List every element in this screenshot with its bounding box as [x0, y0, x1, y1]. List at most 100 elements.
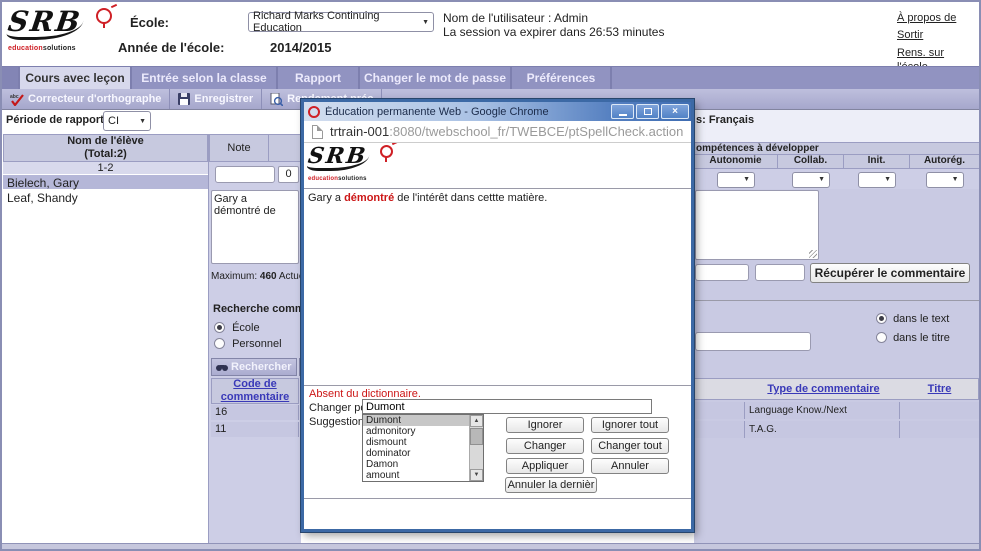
code-row[interactable]: 11: [211, 422, 299, 437]
comment-max-line: Maximum: 460 Actuel:: [211, 271, 309, 282]
srb-logo-caption: educationsolutions: [308, 176, 393, 182]
year-value: 2014/2015: [270, 40, 331, 55]
change-all-button[interactable]: Changer tout: [591, 438, 669, 454]
popup-url-bar[interactable]: trtrain-001:8080/twebschool_fr/TWEBCE/pt…: [304, 121, 691, 143]
note-input[interactable]: [215, 166, 275, 183]
minimize-icon: [619, 114, 627, 116]
comment-code-input[interactable]: [695, 264, 749, 281]
radio-school-icon: [214, 322, 225, 333]
radio-personal[interactable]: Personnel: [214, 338, 282, 350]
maximize-icon: [644, 108, 652, 115]
retrieve-comment-button[interactable]: Récupérer le commentaire: [810, 263, 970, 283]
scroll-up-button[interactable]: ▲: [470, 415, 483, 427]
divider: [304, 385, 691, 386]
col-autoreg: Autorég.: [910, 155, 979, 168]
collab-select[interactable]: ▼: [792, 172, 830, 188]
suggestions-listbox[interactable]: Dumont admonitory dismount dominator Dam…: [362, 414, 484, 482]
logout-link[interactable]: Sortir: [897, 29, 975, 41]
app-window: SRB educationsolutions École: Richard Ma…: [0, 0, 981, 551]
autonomie-select[interactable]: ▼: [717, 172, 755, 188]
chevron-down-icon: ▼: [743, 176, 750, 183]
svg-text:abc: abc: [10, 94, 19, 100]
divider: [304, 188, 691, 189]
chevron-down-icon: ▼: [139, 118, 146, 125]
skills-section-header: ompétences à développer: [694, 142, 979, 154]
minimize-button[interactable]: [611, 104, 634, 119]
popup-srb-logo: SRB educationsolutions: [308, 145, 393, 182]
student-row[interactable]: Leaf, Shandy: [3, 190, 208, 205]
divider: [304, 498, 691, 499]
tab-preferences[interactable]: Préférences: [512, 67, 612, 89]
type-de-commentaire-link[interactable]: Type de commentaire: [767, 383, 879, 395]
school-label: École:: [130, 15, 169, 30]
srb-logo-caption: educationsolutions: [8, 45, 112, 52]
popup-content: SRB educationsolutions Gary a démontré d…: [304, 143, 691, 529]
report-period-select[interactable]: CI ▼: [103, 111, 151, 131]
scroll-down-button[interactable]: ▼: [470, 469, 483, 481]
comment-code-input-2[interactable]: [755, 264, 805, 281]
comment-type-row[interactable]: Language Know./Next: [694, 402, 979, 419]
suggestion-item[interactable]: amount: [363, 470, 469, 481]
suggestion-item[interactable]: dominator: [363, 448, 469, 459]
year-label: Année de l'école:: [118, 40, 224, 55]
suggestion-item[interactable]: admonitory: [363, 426, 469, 437]
tab-entree-selon-la-classe[interactable]: Entrée selon la classe: [132, 67, 278, 89]
cancel-button[interactable]: Annuler: [591, 458, 669, 474]
code-column-header: Code de commentaire: [211, 378, 299, 404]
code-column-header-link[interactable]: Code de commentaire: [212, 378, 298, 404]
radio-in-title[interactable]: dans le titre: [876, 332, 950, 344]
comment-type-row[interactable]: T.A.G.: [694, 421, 979, 438]
tab-cours-avec-lecon[interactable]: Cours avec leçon: [20, 67, 132, 89]
page-icon: [312, 125, 323, 139]
search-button[interactable]: Rechercher: [211, 358, 297, 376]
spellcheck-popup-window: Éducation permanente Web - Google Chrome…: [301, 99, 694, 532]
school-select[interactable]: Richard Marks Continuing Education ▼: [248, 12, 434, 32]
save-icon: [178, 93, 190, 105]
search-text-input[interactable]: [695, 332, 811, 351]
report-period-value: CI: [108, 115, 119, 127]
ignore-button[interactable]: Ignorer: [506, 417, 584, 433]
about-link[interactable]: À propos de: [897, 12, 975, 24]
radio-in-text-icon: [876, 313, 887, 324]
note-column-header: Note: [209, 134, 269, 162]
resize-handle-icon[interactable]: [809, 250, 817, 258]
extra-column-header: [269, 134, 301, 162]
srb-logo: SRB educationsolutions: [8, 8, 112, 52]
close-button[interactable]: ×: [661, 104, 689, 119]
student-row-selected[interactable]: Bielech, Gary: [3, 175, 208, 190]
suggestions-scrollbar[interactable]: ▲ ▼: [469, 415, 483, 481]
popup-title-bar[interactable]: Éducation permanente Web - Google Chrome…: [304, 102, 691, 121]
autoreg-select[interactable]: ▼: [926, 172, 964, 188]
favicon-lightbulb-icon: [308, 106, 320, 118]
code-row[interactable]: 16: [211, 405, 299, 420]
scrollbar-thumb[interactable]: [470, 428, 483, 445]
school-select-value: Richard Marks Continuing Education: [253, 10, 418, 34]
chevron-down-icon: ▼: [818, 176, 825, 183]
titre-link[interactable]: Titre: [928, 383, 952, 395]
change-button[interactable]: Changer: [506, 438, 584, 454]
save-button[interactable]: Enregistrer: [170, 89, 262, 109]
close-icon: ×: [672, 107, 678, 117]
init-select[interactable]: ▼: [858, 172, 896, 188]
radio-in-text[interactable]: dans le text: [876, 313, 949, 325]
apply-button[interactable]: Appliquer: [506, 458, 584, 474]
suggestion-item-selected[interactable]: Dumont: [363, 415, 469, 426]
tab-rapport[interactable]: Rapport: [278, 67, 360, 89]
spellcheck-button[interactable]: abc Correcteur d'orthographe: [2, 89, 170, 109]
change-to-input[interactable]: [362, 399, 652, 414]
suggestion-item[interactable]: dismount: [363, 437, 469, 448]
note-comment-panel: Note 0 Gary a démontré de Maximum: 460 A…: [209, 134, 301, 543]
report-period-label: Période de rapport:: [6, 114, 107, 126]
comment-textarea[interactable]: Gary a démontré de: [211, 190, 299, 264]
user-name-line: Nom de l'utilisateur : Admin: [443, 11, 588, 25]
undo-last-button[interactable]: Annuler la dernièr: [505, 477, 597, 493]
maximize-button[interactable]: [636, 104, 659, 119]
ignore-all-button[interactable]: Ignorer tout: [591, 417, 669, 433]
misspelled-word: démontré: [344, 192, 394, 204]
radio-school[interactable]: École: [214, 322, 260, 334]
lightbulb-icon: [380, 145, 393, 158]
skills-comment-textarea[interactable]: [695, 190, 819, 260]
suggestion-item[interactable]: Damon: [363, 459, 469, 470]
tab-changer-le-mot-de-passe[interactable]: Changer le mot de passe: [360, 67, 512, 89]
course-title-fragment: s: Français: [696, 114, 754, 126]
